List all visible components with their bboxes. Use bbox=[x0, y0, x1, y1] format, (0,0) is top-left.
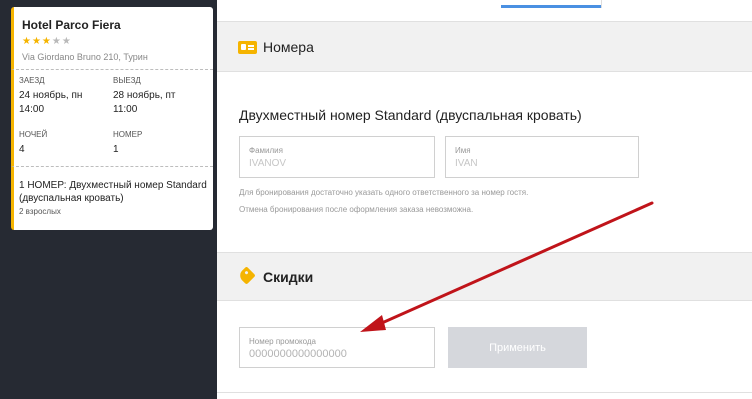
booking-note: Для бронирования достаточно указать одно… bbox=[239, 188, 529, 197]
first-name-field[interactable]: Имя IVAN bbox=[445, 136, 639, 178]
rooms-section-title: Номера bbox=[263, 39, 314, 55]
section-divider bbox=[217, 392, 752, 393]
last-name-field[interactable]: Фамилия IVANOV bbox=[239, 136, 435, 178]
promo-code-input[interactable]: 0000000000000000 bbox=[249, 348, 347, 360]
rooms-count-label: НОМЕР bbox=[113, 130, 143, 139]
discounts-section-title: Скидки bbox=[263, 269, 314, 285]
checkin-date: 24 ноябрь, пн bbox=[19, 90, 83, 101]
active-tab-indicator bbox=[501, 5, 601, 8]
checkin-time: 14:00 bbox=[19, 104, 45, 115]
tag-icon bbox=[237, 266, 256, 285]
room-summary: 1 НОМЕР: Двухместный номер Standard (дву… bbox=[19, 180, 207, 204]
stay-details-card: ЗАЕЗД 24 ноябрь, пн 14:00 ВЫЕЗД 28 ноябр… bbox=[11, 69, 213, 166]
id-card-icon bbox=[238, 41, 257, 54]
promo-code-label: Номер промокода bbox=[249, 337, 317, 346]
hotel-card: Hotel Parco Fiera ★★★★★ Via Giordano Bru… bbox=[11, 7, 213, 69]
hotel-name: Hotel Parco Fiera bbox=[22, 18, 121, 32]
last-name-value[interactable]: IVANOV bbox=[249, 158, 286, 169]
nights-value: 4 bbox=[19, 144, 25, 155]
discounts-section-header: Скидки bbox=[217, 252, 752, 301]
promo-code-field[interactable]: Номер промокода 0000000000000000 bbox=[239, 327, 435, 368]
first-name-label: Имя bbox=[455, 146, 471, 155]
first-name-value[interactable]: IVAN bbox=[455, 158, 478, 169]
checkout-time: 11:00 bbox=[113, 104, 138, 115]
apply-promo-button[interactable]: Применить bbox=[448, 327, 587, 368]
star-empty-icon: ★★ bbox=[51, 36, 72, 47]
hotel-address: Via Giordano Bruno 210, Турин bbox=[22, 52, 148, 62]
room-summary-card: 1 НОМЕР: Двухместный номер Standard (дву… bbox=[11, 166, 213, 230]
top-bar bbox=[217, 0, 752, 8]
rooms-count-value: 1 bbox=[113, 144, 119, 155]
tab-divider bbox=[601, 0, 602, 8]
booking-form: Номера Двухместный номер Standard (двусп… bbox=[217, 0, 752, 399]
checkin-label: ЗАЕЗД bbox=[19, 76, 45, 85]
guests-count: 2 взрослых bbox=[19, 207, 61, 216]
nights-label: НОЧЕЙ bbox=[19, 130, 48, 139]
star-filled-icon: ★★★ bbox=[22, 36, 52, 47]
room-name: Двухместный номер Standard (двуспальная … bbox=[239, 107, 582, 123]
hotel-rating-stars: ★★★★★ bbox=[22, 36, 72, 47]
rooms-section-header: Номера bbox=[217, 21, 752, 72]
cancellation-note: Отмена бронирования после оформления зак… bbox=[239, 205, 474, 214]
last-name-label: Фамилия bbox=[249, 146, 283, 155]
checkout-date: 28 ноябрь, пт bbox=[113, 90, 176, 101]
checkout-label: ВЫЕЗД bbox=[113, 76, 141, 85]
